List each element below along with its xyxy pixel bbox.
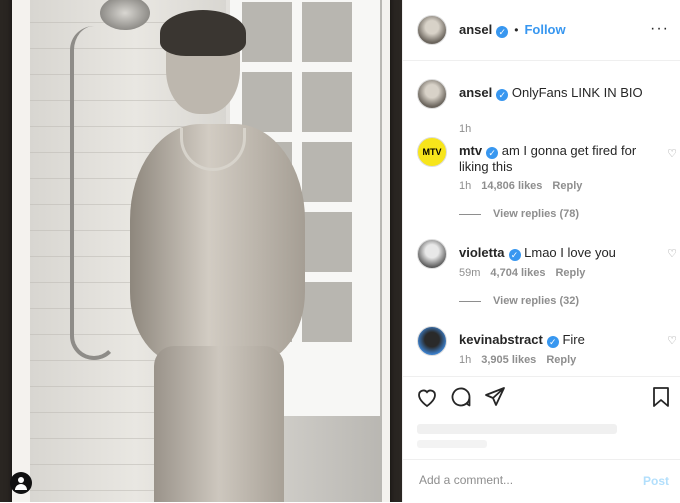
comment-time: 1h [459,354,472,366]
bookmark-icon[interactable] [649,385,673,409]
header-username[interactable]: ansel [459,22,492,37]
reply-button[interactable]: Reply [546,354,576,366]
list-item: violetta ✓ Lmao I love you ♡ 59m 4,704 lik… [417,239,677,319]
verified-badge-icon: ✓ [486,147,499,159]
comment-username[interactable]: mtv [459,143,482,158]
post-actions [403,376,680,417]
comment-likes[interactable]: 14,806 likes [481,180,542,192]
comment-icon[interactable] [449,385,473,409]
avatar[interactable]: MTV [417,137,447,167]
add-comment-bar: Post [403,459,680,503]
separator-dot: • [514,23,519,37]
comment-text: Fire [562,332,585,347]
user-icon[interactable] [10,472,32,494]
follow-button[interactable]: Follow [524,22,565,37]
post-photo[interactable] [0,0,402,502]
share-icon[interactable] [483,385,507,409]
likes-summary-placeholder [417,424,617,434]
comment-likes[interactable]: 4,704 likes [490,267,545,279]
comment-username[interactable]: violetta [459,245,505,260]
caption-username[interactable]: ansel [459,85,492,100]
comment-text: Lmao I love you [524,245,616,260]
heart-outline-icon[interactable]: ♡ [667,147,677,160]
reply-button[interactable]: Reply [555,267,585,279]
comment-text: am I gonna get fired for liking this [459,143,637,174]
post-header: ansel ✓ • Follow ··· [403,0,680,61]
view-replies-button[interactable]: View replies (78) [459,208,579,220]
avatar[interactable] [417,326,447,356]
avatar[interactable] [417,239,447,269]
more-options-icon[interactable]: ··· [650,20,669,38]
list-item: MTV mtv ✓ am I gonna get fired for liking… [417,137,677,227]
heart-icon[interactable] [415,385,439,409]
comment-time: 1h [459,180,472,192]
caption-time: 1h [459,123,472,135]
shower-hose [70,26,118,360]
avatar[interactable] [417,15,447,45]
reply-button[interactable]: Reply [552,180,582,192]
post-button[interactable]: Post [643,474,669,488]
heart-outline-icon[interactable]: ♡ [667,247,677,260]
photo-print [12,0,390,502]
heart-outline-icon[interactable]: ♡ [667,334,677,347]
person-figure [130,10,310,502]
caption: ansel ✓ OnlyFans LINK IN BIO 1h [417,79,669,135]
comment-likes[interactable]: 3,905 likes [481,354,536,366]
verified-badge-icon: ✓ [496,89,509,101]
verified-badge-icon: ✓ [496,26,509,38]
comments-list[interactable]: ansel ✓ OnlyFans LINK IN BIO 1h MTV mtv ✓ … [403,61,680,375]
list-item: kevinabstract ✓ Fire ♡ 1h 3,905 likes Reply [417,326,677,374]
avatar[interactable] [417,79,447,109]
verified-badge-icon: ✓ [546,336,559,348]
verified-badge-icon: ✓ [508,249,521,261]
comment-username[interactable]: kevinabstract [459,332,543,347]
post-sidebar: ansel ✓ • Follow ··· ansel ✓ OnlyFans LINK I… [402,0,680,502]
timestamp-placeholder [417,440,487,448]
shower-scene [30,0,382,502]
caption-text: OnlyFans LINK IN BIO [511,85,643,100]
comment-input[interactable] [417,472,621,488]
comment-time: 59m [459,267,481,279]
view-replies-button[interactable]: View replies (32) [459,295,579,307]
